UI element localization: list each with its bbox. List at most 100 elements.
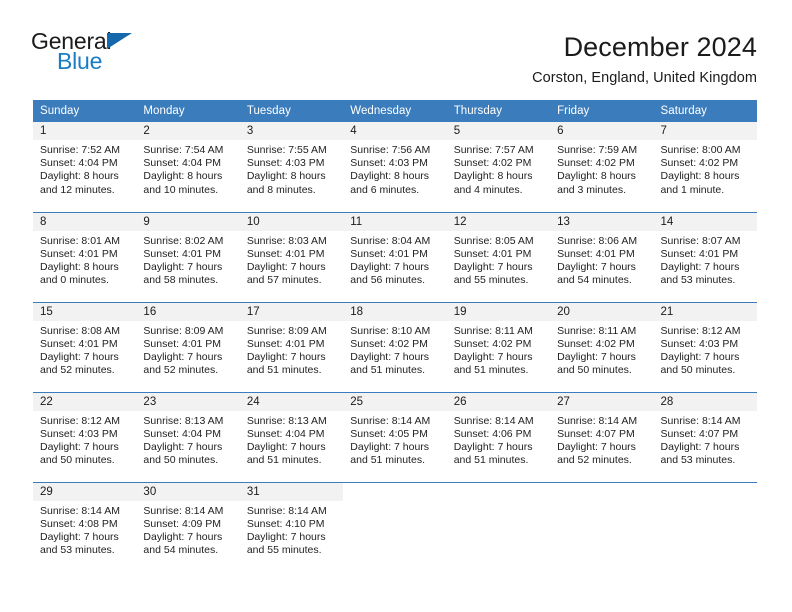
- daylight-duration-line2: and 53 minutes.: [660, 454, 736, 467]
- sunset-time: Sunset: 4:03 PM: [40, 427, 118, 440]
- day-number: 9: [136, 212, 240, 231]
- calendar-day-cell[interactable]: 19 Sunrise: 8:11 AM Sunset: 4:02 PM Dayligh…: [446, 301, 551, 392]
- calendar-day-cell[interactable]: 11 Sunrise: 8:04 AM Sunset: 4:01 PM Dayligh…: [343, 211, 447, 302]
- calendar-day-cell[interactable]: 27 Sunrise: 8:14 AM Sunset: 4:07 PM Dayligh…: [550, 391, 654, 482]
- day-number: [343, 482, 447, 501]
- sunset-time: Sunset: 4:09 PM: [143, 517, 222, 530]
- calendar-day-cell[interactable]: 13 Sunrise: 8:06 AM Sunset: 4:01 PM Dayligh…: [550, 211, 654, 302]
- day-details: Sunrise: 8:06 AM Sunset: 4:01 PM Daylight:…: [550, 231, 653, 288]
- calendar-body: 1 Sunrise: 7:52 AM Sunset: 4:04 PM Daylight…: [33, 122, 757, 572]
- daylight-duration-line2: and 50 minutes.: [40, 454, 115, 467]
- day-number: 28: [653, 392, 757, 411]
- sunrise-time: Sunrise: 8:14 AM: [40, 504, 120, 517]
- day-details: Sunrise: 8:09 AM Sunset: 4:01 PM Daylight:…: [240, 321, 343, 378]
- weekday-header-sunday: Sunday: [33, 100, 137, 122]
- calendar-day-cell[interactable]: 26 Sunrise: 8:14 AM Sunset: 4:06 PM Dayligh…: [446, 391, 551, 482]
- general-blue-logo[interactable]: General Blue: [31, 30, 151, 80]
- daylight-duration-line2: and 51 minutes.: [246, 454, 322, 467]
- daylight-duration-line1: Daylight: 7 hours: [557, 350, 636, 363]
- calendar-day-cell-empty: [446, 481, 551, 572]
- calendar-day-cell[interactable]: 20 Sunrise: 8:11 AM Sunset: 4:02 PM Dayligh…: [550, 301, 654, 392]
- sunset-time: Sunset: 4:01 PM: [143, 337, 222, 350]
- daylight-duration-line1: Daylight: 8 hours: [143, 170, 223, 183]
- sunset-time: Sunset: 4:02 PM: [453, 157, 532, 170]
- calendar-day-cell[interactable]: 14 Sunrise: 8:07 AM Sunset: 4:01 PM Dayligh…: [653, 211, 757, 302]
- calendar-header-row: Sunday Monday Tuesday Wednesday Thursday…: [33, 100, 757, 122]
- daylight-duration-line1: Daylight: 7 hours: [40, 530, 119, 543]
- sunset-time: Sunset: 4:01 PM: [40, 337, 118, 350]
- calendar-day-cell[interactable]: 5 Sunrise: 7:57 AM Sunset: 4:02 PM Daylight…: [446, 122, 551, 212]
- day-number: 16: [136, 302, 240, 321]
- calendar-day-cell[interactable]: 29 Sunrise: 8:14 AM Sunset: 4:08 PM Dayligh…: [33, 481, 137, 572]
- calendar-day-cell[interactable]: 22 Sunrise: 8:12 AM Sunset: 4:03 PM Dayligh…: [33, 391, 137, 482]
- day-details: Sunrise: 8:11 AM Sunset: 4:02 PM Daylight:…: [550, 321, 653, 378]
- calendar-day-cell[interactable]: 10 Sunrise: 8:03 AM Sunset: 4:01 PM Dayligh…: [239, 211, 344, 302]
- day-number: 17: [239, 302, 344, 321]
- calendar-day-cell[interactable]: 12 Sunrise: 8:05 AM Sunset: 4:01 PM Dayligh…: [446, 211, 551, 302]
- calendar-day-cell[interactable]: 21 Sunrise: 8:12 AM Sunset: 4:03 PM Dayligh…: [653, 301, 757, 392]
- daylight-duration-line2: and 53 minutes.: [40, 544, 115, 557]
- calendar-week-row: 1 Sunrise: 7:52 AM Sunset: 4:04 PM Daylight…: [33, 122, 757, 212]
- sunset-time: Sunset: 4:04 PM: [143, 157, 222, 170]
- calendar-day-cell[interactable]: 30 Sunrise: 8:14 AM Sunset: 4:09 PM Dayligh…: [136, 481, 240, 572]
- sunrise-time: Sunrise: 7:52 AM: [40, 144, 120, 156]
- sunrise-time: Sunrise: 8:14 AM: [143, 504, 224, 517]
- day-details: Sunrise: 8:11 AM Sunset: 4:02 PM Daylight:…: [447, 321, 550, 378]
- calendar-day-cell[interactable]: 6 Sunrise: 7:59 AM Sunset: 4:02 PM Daylight…: [550, 122, 654, 212]
- calendar-page: General Blue December 2024 Corston, Engl…: [0, 0, 792, 612]
- calendar-week-row: 29 Sunrise: 8:14 AM Sunset: 4:08 PM Dayligh…: [33, 481, 757, 572]
- calendar-day-cell[interactable]: 15 Sunrise: 8:08 AM Sunset: 4:01 PM Dayligh…: [33, 301, 137, 392]
- calendar-week-row: 15 Sunrise: 8:08 AM Sunset: 4:01 PM Dayligh…: [33, 301, 757, 392]
- daylight-duration-line2: and 12 minutes.: [40, 183, 115, 196]
- sunrise-time: Sunrise: 8:09 AM: [143, 324, 224, 337]
- sunset-time: Sunset: 4:03 PM: [660, 337, 739, 350]
- day-details: [550, 501, 653, 505]
- page-title: December 2024: [563, 32, 757, 62]
- sunrise-time: Sunrise: 8:14 AM: [557, 414, 638, 427]
- calendar-day-cell[interactable]: 4 Sunrise: 7:56 AM Sunset: 4:03 PM Daylight…: [343, 122, 447, 212]
- sunrise-time: Sunrise: 8:13 AM: [246, 414, 327, 427]
- daylight-duration-line2: and 52 minutes.: [40, 364, 115, 377]
- calendar-day-cell[interactable]: 31 Sunrise: 8:14 AM Sunset: 4:10 PM Dayligh…: [239, 481, 344, 572]
- calendar-day-cell[interactable]: 28 Sunrise: 8:14 AM Sunset: 4:07 PM Dayligh…: [653, 391, 757, 482]
- day-details: [654, 501, 757, 505]
- daylight-duration-line1: Daylight: 8 hours: [557, 170, 636, 183]
- sunset-time: Sunset: 4:10 PM: [246, 517, 325, 530]
- calendar-day-cell[interactable]: 25 Sunrise: 8:14 AM Sunset: 4:05 PM Dayligh…: [343, 391, 447, 482]
- daylight-duration-line1: Daylight: 7 hours: [143, 260, 223, 273]
- day-number: 23: [136, 392, 240, 411]
- daylight-duration-line2: and 54 minutes.: [557, 274, 632, 287]
- calendar-day-cell[interactable]: 7 Sunrise: 8:00 AM Sunset: 4:02 PM Daylight…: [653, 122, 757, 212]
- day-details: Sunrise: 8:03 AM Sunset: 4:01 PM Daylight:…: [240, 231, 343, 288]
- sunrise-time: Sunrise: 8:10 AM: [350, 324, 431, 337]
- calendar-day-cell[interactable]: 1 Sunrise: 7:52 AM Sunset: 4:04 PM Daylight…: [33, 122, 137, 212]
- day-details: Sunrise: 8:13 AM Sunset: 4:04 PM Daylight:…: [240, 411, 343, 468]
- calendar-day-cell[interactable]: 23 Sunrise: 8:13 AM Sunset: 4:04 PM Dayligh…: [136, 391, 240, 482]
- sunset-time: Sunset: 4:03 PM: [350, 157, 428, 170]
- day-details: Sunrise: 8:09 AM Sunset: 4:01 PM Daylight:…: [136, 321, 239, 378]
- daylight-duration-line1: Daylight: 8 hours: [40, 260, 119, 273]
- calendar-day-cell[interactable]: 9 Sunrise: 8:02 AM Sunset: 4:01 PM Daylight…: [136, 211, 240, 302]
- calendar-day-cell[interactable]: 24 Sunrise: 8:13 AM Sunset: 4:04 PM Dayligh…: [239, 391, 344, 482]
- calendar-day-cell[interactable]: 3 Sunrise: 7:55 AM Sunset: 4:03 PM Daylight…: [239, 122, 344, 212]
- calendar-day-cell[interactable]: 8 Sunrise: 8:01 AM Sunset: 4:01 PM Daylight…: [33, 211, 137, 302]
- calendar-day-cell[interactable]: 18 Sunrise: 8:10 AM Sunset: 4:02 PM Dayligh…: [343, 301, 447, 392]
- day-details: Sunrise: 8:01 AM Sunset: 4:01 PM Daylight:…: [33, 231, 136, 288]
- calendar-day-cell-empty: [343, 481, 447, 572]
- sunrise-time: Sunrise: 8:14 AM: [660, 414, 741, 427]
- sunrise-time: Sunrise: 7:56 AM: [350, 144, 431, 156]
- daylight-duration-line2: and 52 minutes.: [143, 364, 219, 377]
- day-number: 18: [343, 302, 447, 321]
- day-number: 29: [33, 482, 137, 501]
- day-number: 5: [446, 122, 551, 140]
- sunset-time: Sunset: 4:01 PM: [660, 247, 739, 260]
- day-details: Sunrise: 8:05 AM Sunset: 4:01 PM Daylight:…: [447, 231, 550, 288]
- calendar-day-cell[interactable]: 16 Sunrise: 8:09 AM Sunset: 4:01 PM Dayligh…: [136, 301, 240, 392]
- calendar-day-cell[interactable]: 2 Sunrise: 7:54 AM Sunset: 4:04 PM Daylight…: [136, 122, 240, 212]
- day-details: Sunrise: 7:56 AM Sunset: 4:03 PM Daylight:…: [343, 140, 446, 197]
- day-details: Sunrise: 8:14 AM Sunset: 4:06 PM Daylight:…: [447, 411, 550, 468]
- calendar-day-cell[interactable]: 17 Sunrise: 8:09 AM Sunset: 4:01 PM Dayligh…: [239, 301, 344, 392]
- sunset-time: Sunset: 4:01 PM: [246, 337, 325, 350]
- page-header: General Blue December 2024 Corston, Engl…: [0, 0, 792, 100]
- sunset-time: Sunset: 4:01 PM: [557, 247, 635, 260]
